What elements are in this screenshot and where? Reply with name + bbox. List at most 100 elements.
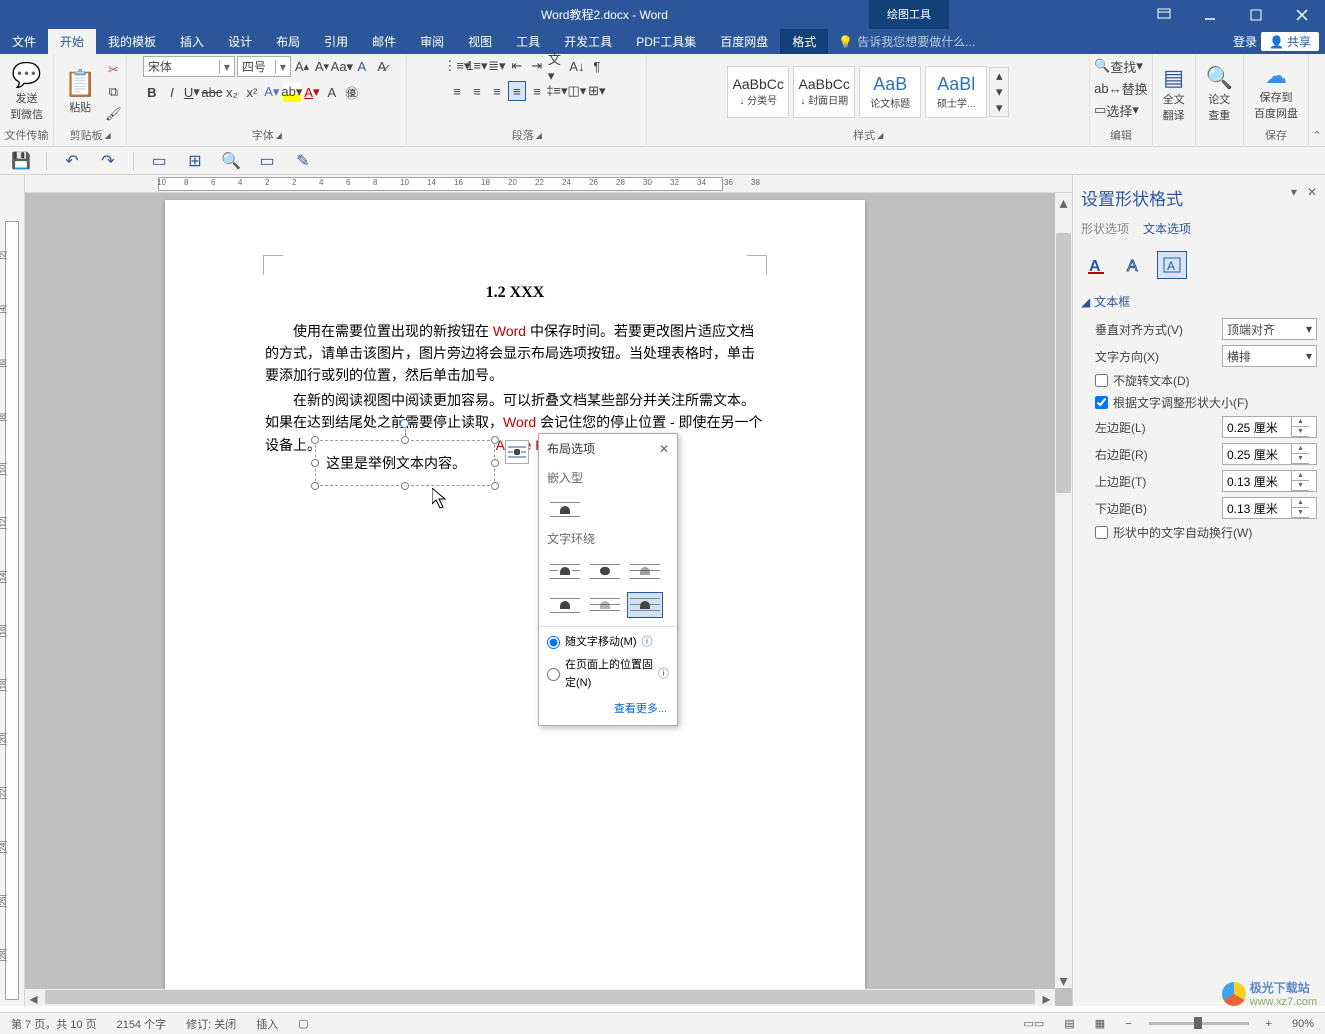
undo-icon[interactable]: ↶ (61, 150, 83, 172)
margin-bottom-spinner[interactable]: ▲▼ (1222, 497, 1317, 519)
wrap-topbottom-option[interactable] (547, 592, 583, 618)
text-effects-icon[interactable]: A (1119, 251, 1149, 279)
enclose-icon[interactable]: ㊝ (343, 82, 361, 102)
underline-icon[interactable]: U▾ (183, 82, 201, 102)
text-effects-icon[interactable]: A▾ (263, 82, 281, 102)
norotate-checkbox[interactable] (1095, 374, 1108, 387)
ribbon-options-icon[interactable] (1141, 0, 1187, 29)
redo-icon[interactable]: ↷ (97, 150, 119, 172)
vertical-scrollbar[interactable]: ▴ ▾ (1055, 193, 1072, 988)
multilevel-icon[interactable]: ≣▾ (488, 56, 506, 76)
format-painter-icon[interactable]: 🖌 (104, 104, 122, 124)
wrap-behind-option[interactable] (587, 592, 623, 618)
font-color-icon[interactable]: A▾ (303, 82, 321, 102)
pane-tab-text-options[interactable]: 文本选项 (1143, 220, 1191, 241)
layout-options-button[interactable] (505, 440, 529, 464)
replace-button[interactable]: ab↔ 替换 (1094, 78, 1147, 98)
qat-icon-5[interactable]: ✎ (292, 150, 314, 172)
menu-insert[interactable]: 插入 (168, 29, 216, 54)
qat-icon-3[interactable]: 🔍 (220, 150, 242, 172)
pane-tab-shape-options[interactable]: 形状选项 (1081, 220, 1129, 241)
zoom-level[interactable]: 90% (1289, 1018, 1317, 1030)
line-spacing-icon[interactable]: ‡≡▾ (548, 81, 566, 101)
font-size-combo[interactable]: 四号▾ (237, 56, 291, 77)
resize-handle[interactable] (311, 482, 319, 490)
clear-format-icon[interactable]: A̷ (373, 57, 391, 77)
margin-top-spinner[interactable]: ▲▼ (1222, 470, 1317, 492)
wrap-checkbox[interactable] (1095, 526, 1108, 539)
wrap-tight-option[interactable] (587, 558, 623, 584)
decrease-indent-icon[interactable]: ⇤ (508, 56, 526, 76)
align-left-icon[interactable]: ≡ (448, 81, 466, 101)
textbox-section-toggle[interactable]: ◢ 文本框 (1081, 293, 1317, 310)
sort-icon[interactable]: A↓ (568, 56, 586, 76)
minimize-button[interactable] (1187, 0, 1233, 29)
copy-icon[interactable]: ⧉ (104, 82, 122, 102)
change-case-icon[interactable]: Aa▾ (333, 57, 351, 77)
bullets-icon[interactable]: ⋮≡▾ (448, 56, 466, 76)
page-count[interactable]: 第 7 页，共 10 页 (8, 1016, 100, 1032)
maximize-button[interactable] (1233, 0, 1279, 29)
bold-icon[interactable]: B (143, 82, 161, 102)
resize-handle[interactable] (491, 459, 499, 467)
resize-handle[interactable] (311, 436, 319, 444)
phonetic-icon[interactable]: A (353, 57, 371, 77)
menu-format-context[interactable]: 格式 (780, 29, 828, 54)
align-right-icon[interactable]: ≡ (488, 81, 506, 101)
resize-handle[interactable] (491, 482, 499, 490)
style-item[interactable]: AaBbCc↓ 封面日期 (793, 66, 855, 118)
zoom-out-icon[interactable]: − (1122, 1018, 1134, 1030)
cut-icon[interactable]: ✂ (104, 60, 122, 80)
menu-design[interactable]: 设计 (216, 29, 264, 54)
style-item[interactable]: AaB论文标题 (859, 66, 921, 118)
text-box-content[interactable]: 这里是举例文本内容。 (326, 452, 466, 474)
numbering-icon[interactable]: 1≡▾ (468, 56, 486, 76)
menu-file[interactable]: 文件 (0, 29, 48, 54)
shading-icon[interactable]: ◫▾ (568, 81, 586, 101)
send-wechat-button[interactable]: 💬 发送 到微信 (4, 59, 49, 124)
insert-mode[interactable]: 插入 (253, 1016, 281, 1032)
menu-baidu[interactable]: 百度网盘 (708, 29, 780, 54)
view-print-icon[interactable]: ▤ (1061, 1017, 1077, 1030)
direction-select[interactable]: 横排▾ (1222, 345, 1317, 367)
menu-templates[interactable]: 我的模板 (96, 29, 168, 54)
borders-icon[interactable]: ⊞▾ (588, 81, 606, 101)
char-shading-icon[interactable]: A (323, 82, 341, 102)
valign-select[interactable]: 顶端对齐▾ (1222, 318, 1317, 340)
view-web-icon[interactable]: ▦ (1092, 1017, 1108, 1030)
document-body[interactable]: 1.2 XXX 使用在需要位置出现的新按钮在 Word 中保存时间。若要更改图片… (265, 280, 765, 458)
text-box-shape[interactable]: 这里是举例文本内容。 (315, 440, 495, 486)
menu-layout[interactable]: 布局 (264, 29, 312, 54)
shrink-font-icon[interactable]: A▾ (313, 57, 331, 77)
wrap-square-option[interactable] (547, 558, 583, 584)
styles-down-icon[interactable]: ▾ (990, 84, 1008, 100)
view-read-icon[interactable]: ▭▭ (1020, 1017, 1047, 1030)
justify-icon[interactable]: ≡ (508, 81, 526, 101)
margin-right-spinner[interactable]: ▲▼ (1222, 443, 1317, 465)
wrap-inline-option[interactable] (547, 496, 583, 522)
close-icon[interactable]: ✕ (659, 440, 669, 459)
resize-handle[interactable] (401, 482, 409, 490)
track-changes-status[interactable]: 修订: 关闭 (183, 1016, 239, 1032)
menu-review[interactable]: 审阅 (408, 29, 456, 54)
translate-button[interactable]: ▤ 全文 翻译 (1157, 63, 1191, 125)
highlight-icon[interactable]: ab▾ (283, 82, 301, 102)
find-button[interactable]: 🔍 查找 ▾ (1094, 56, 1143, 76)
search-button[interactable]: 🔍 论文 查重 (1200, 63, 1239, 125)
save-icon[interactable]: 💾 (10, 150, 32, 172)
increase-indent-icon[interactable]: ⇥ (528, 56, 546, 76)
horizontal-scrollbar[interactable]: ◂ ▸ (25, 989, 1055, 1006)
superscript-icon[interactable]: x² (243, 82, 261, 102)
zoom-slider[interactable] (1149, 1022, 1249, 1025)
strike-icon[interactable]: abc (203, 82, 221, 102)
styles-more-icon[interactable]: ▾ (990, 100, 1008, 116)
style-item[interactable]: AaBl硕士学... (925, 66, 987, 118)
grow-font-icon[interactable]: A▴ (293, 57, 311, 77)
menu-view[interactable]: 视图 (456, 29, 504, 54)
see-more-link[interactable]: 查看更多... (539, 695, 677, 725)
rotate-handle[interactable] (400, 419, 409, 428)
paste-button[interactable]: 📋 粘贴 (58, 66, 102, 117)
fixed-position-radio[interactable]: 在页面上的位置固定(N) ⓘ (539, 654, 677, 695)
menu-home[interactable]: 开始 (48, 29, 96, 54)
tell-me-input[interactable]: 💡 告诉我您想要做什么... (838, 33, 1233, 50)
